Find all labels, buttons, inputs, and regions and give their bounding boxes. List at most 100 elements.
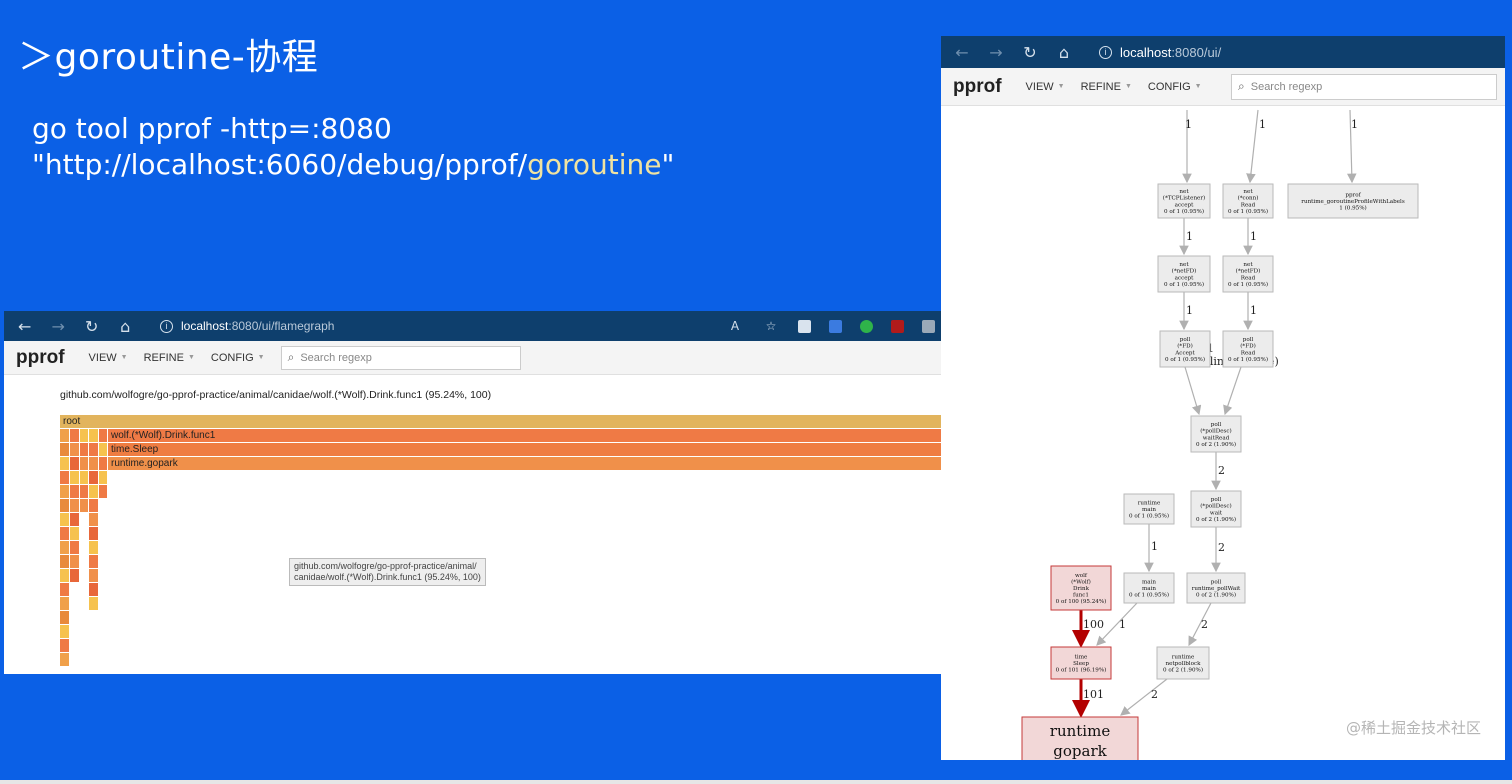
flame-frame[interactable] <box>99 443 107 456</box>
flame-frame[interactable] <box>80 485 88 498</box>
flame-frame[interactable] <box>60 583 69 596</box>
flame-frame[interactable] <box>89 499 98 512</box>
flame-frame[interactable] <box>89 513 98 526</box>
graph-node-wolf_drink-text: func1 <box>1073 593 1089 599</box>
refine-menu[interactable]: REFINE ▼ <box>144 352 195 364</box>
flamegraph-header: github.com/wolfogre/go-pprof-practice/an… <box>60 389 492 401</box>
edge-read-netfd-label: 1 <box>1250 230 1257 243</box>
puzzle-icon[interactable] <box>922 319 935 333</box>
flame-frame[interactable] <box>60 527 69 540</box>
refine-menu[interactable]: REFINE ▼ <box>1081 81 1132 93</box>
config-menu[interactable]: CONFIG ▼ <box>1148 81 1202 93</box>
view-menu[interactable]: VIEW ▼ <box>1026 81 1065 93</box>
flame-frame[interactable] <box>80 471 88 484</box>
flame-frame[interactable] <box>80 457 88 470</box>
flame-frame[interactable] <box>60 457 69 470</box>
graph-node-conn_read-text: (*conn) <box>1238 195 1259 202</box>
forward-icon[interactable]: → <box>987 43 1005 62</box>
home-icon[interactable]: ⌂ <box>1055 43 1073 62</box>
flame-frame[interactable] <box>89 541 98 554</box>
flame-bar-gopark[interactable]: runtime.gopark <box>108 457 941 470</box>
flame-bar-drink[interactable]: wolf.(*Wolf).Drink.func1 <box>108 429 941 442</box>
flame-frame[interactable] <box>60 639 69 652</box>
favorite-icon[interactable]: ☆ <box>762 319 780 333</box>
address-bar[interactable]: i localhost:8080/ui/flamegraph <box>150 314 710 338</box>
flame-frame[interactable] <box>60 485 69 498</box>
reload-icon[interactable]: ↻ <box>83 317 101 336</box>
flame-frame[interactable] <box>70 499 79 512</box>
edge-in-pprof-label: 1 <box>1351 118 1358 131</box>
graph-node-netfd_accept-text: accept <box>1175 275 1194 281</box>
call-graph: 11111111(inline)1(inline)212100121012net… <box>1021 109 1419 760</box>
config-menu-label: CONFIG <box>1147 80 1191 93</box>
home-icon[interactable]: ⌂ <box>117 317 135 336</box>
reader-icon[interactable] <box>798 319 811 333</box>
flame-frame[interactable] <box>70 457 79 470</box>
flame-frame[interactable] <box>60 429 69 442</box>
flame-frame[interactable] <box>99 471 107 484</box>
address-bar[interactable]: i localhost:8080/ui/ <box>1089 40 1231 64</box>
flame-frame[interactable] <box>60 443 69 456</box>
config-menu[interactable]: CONFIG ▼ <box>211 352 265 364</box>
flame-frame[interactable] <box>80 429 88 442</box>
flame-frame[interactable] <box>99 485 107 498</box>
flame-frame[interactable] <box>89 555 98 568</box>
flamegraph-tooltip: github.com/wolfogre/go-pprof-practice/an… <box>289 558 486 586</box>
reload-icon[interactable]: ↻ <box>1021 43 1039 62</box>
chevron-down-icon: ▼ <box>1124 83 1132 90</box>
flame-frame[interactable] <box>60 653 69 666</box>
flame-frame[interactable] <box>89 471 98 484</box>
flame-frame[interactable] <box>70 555 79 568</box>
flame-frame[interactable] <box>89 485 98 498</box>
flame-frame[interactable] <box>60 597 69 610</box>
flame-frame[interactable] <box>89 569 98 582</box>
ublock-icon[interactable] <box>891 319 904 333</box>
flame-frame[interactable] <box>60 471 69 484</box>
flame-frame[interactable] <box>60 625 69 638</box>
flame-frame[interactable] <box>70 429 79 442</box>
flame-frame[interactable] <box>60 569 69 582</box>
edge-rtmain-main-label: 1 <box>1151 540 1158 553</box>
flame-frame[interactable] <box>89 527 98 540</box>
info-icon[interactable]: i <box>160 319 173 333</box>
search-input[interactable]: ⌕ Search regexp <box>280 345 521 370</box>
flame-frame[interactable] <box>80 499 88 512</box>
flame-frame[interactable] <box>60 541 69 554</box>
flame-frame[interactable] <box>89 457 98 470</box>
graph-node-waitread-text: (*pollDesc) <box>1200 428 1232 435</box>
refine-menu-label: REFINE <box>1080 80 1121 93</box>
flame-frame[interactable] <box>99 457 107 470</box>
flame-frame[interactable] <box>70 471 79 484</box>
info-icon[interactable]: i <box>1099 45 1112 59</box>
flame-frame[interactable] <box>89 583 98 596</box>
flame-frame[interactable] <box>60 513 69 526</box>
flame-frame[interactable] <box>60 499 69 512</box>
flame-bar-sleep[interactable]: time.Sleep <box>108 443 941 456</box>
read-aloud-icon[interactable]: A <box>726 319 744 333</box>
flame-frame[interactable] <box>60 555 69 568</box>
flame-frame[interactable] <box>70 513 79 526</box>
flame-frame[interactable] <box>89 429 98 442</box>
back-icon[interactable]: ← <box>953 43 971 62</box>
edge-wait-pollwait-label: 2 <box>1218 541 1225 554</box>
view-menu[interactable]: VIEW ▼ <box>89 352 128 364</box>
back-icon[interactable]: ← <box>16 317 34 336</box>
forward-icon[interactable]: → <box>50 317 68 336</box>
flame-frame[interactable] <box>99 429 107 442</box>
flame-frame[interactable] <box>80 443 88 456</box>
shield-extension-icon[interactable] <box>829 319 842 333</box>
flame-frame[interactable] <box>89 443 98 456</box>
flame-frame[interactable] <box>89 597 98 610</box>
flame-bar-root[interactable]: root <box>60 415 941 428</box>
flame-frame[interactable] <box>60 611 69 624</box>
edge-in-accept-label: 1 <box>1185 118 1192 131</box>
flame-frame[interactable] <box>70 527 79 540</box>
flame-frame[interactable] <box>70 485 79 498</box>
pprof-logo: pprof <box>953 75 1002 97</box>
flame-frame[interactable] <box>70 443 79 456</box>
search-input[interactable]: ⌕ Search regexp <box>1231 73 1497 100</box>
flame-frame[interactable] <box>70 569 79 582</box>
flame-frame[interactable] <box>70 541 79 554</box>
edge-pollwait-netpoll-label: 2 <box>1201 618 1208 631</box>
green-extension-icon[interactable] <box>860 319 873 333</box>
